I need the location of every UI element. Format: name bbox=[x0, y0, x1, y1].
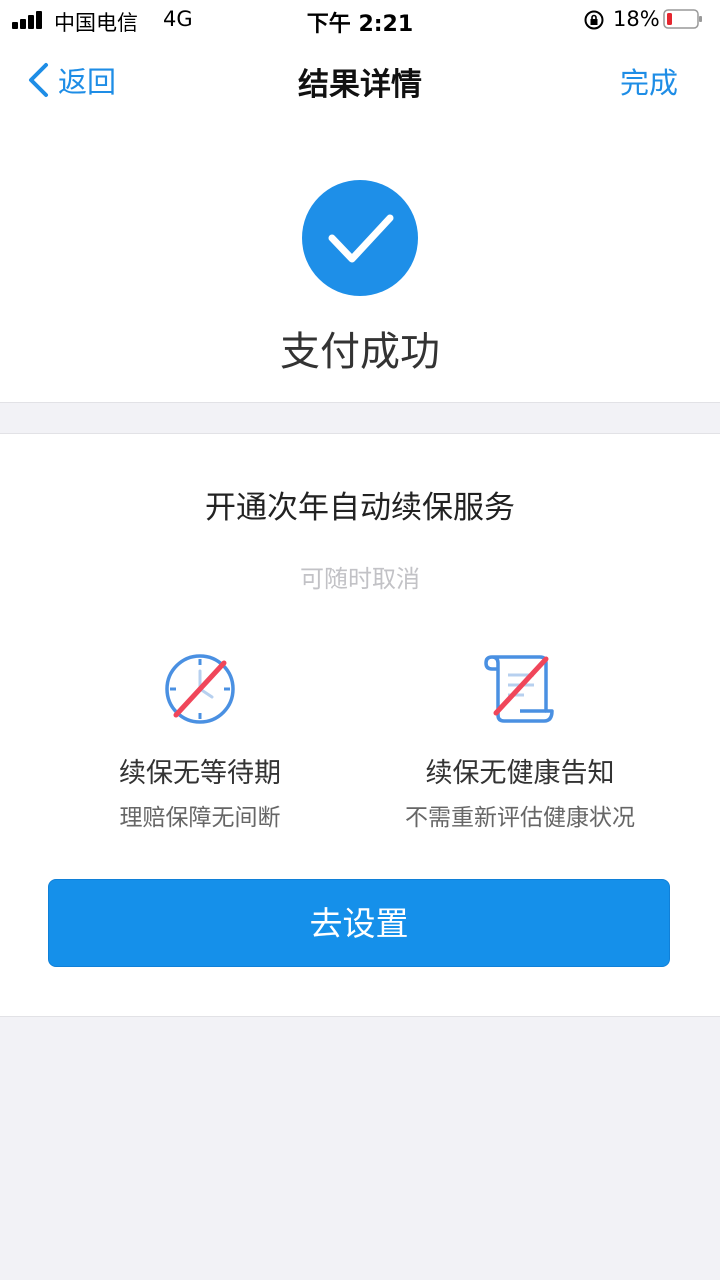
feature-no-waiting: 续保无等待期 理赔保障无间断 bbox=[20, 649, 380, 832]
payment-result-card: 支付成功 bbox=[0, 124, 720, 403]
navigation-bar: 返回 结果详情 完成 bbox=[0, 40, 720, 124]
feature-desc: 不需重新评估健康状况 bbox=[405, 805, 635, 831]
result-title: 支付成功 bbox=[280, 329, 440, 375]
success-check-icon bbox=[302, 180, 418, 296]
no-health-notice-scroll-icon bbox=[484, 655, 554, 723]
no-waiting-clock-icon bbox=[165, 654, 235, 724]
renew-title: 开通次年自动续保服务 bbox=[205, 490, 515, 526]
page-title: 结果详情 bbox=[298, 67, 422, 103]
done-button[interactable]: 完成 bbox=[620, 60, 678, 102]
battery-icon bbox=[663, 9, 702, 29]
renew-subtitle: 可随时取消 bbox=[300, 565, 420, 593]
status-time: 下午 2:21 bbox=[306, 12, 414, 37]
status-bar: 中国电信 4G 下午 2:21 18% bbox=[0, 0, 720, 40]
battery-percent: 18% bbox=[613, 7, 660, 31]
feature-no-health-notice: 续保无健康告知 不需重新评估健康状况 bbox=[340, 649, 700, 832]
feature-title: 续保无等待期 bbox=[119, 758, 281, 789]
feature-desc: 理赔保障无间断 bbox=[119, 805, 281, 831]
go-setup-button[interactable]: 去设置 bbox=[48, 879, 670, 967]
auto-renew-card: 开通次年自动续保服务 可随时取消 续保无等待期 理赔保障无间断 续保无健康告知 … bbox=[0, 433, 720, 1017]
rotation-lock-icon bbox=[584, 10, 604, 30]
feature-title: 续保无健康告知 bbox=[425, 758, 615, 789]
